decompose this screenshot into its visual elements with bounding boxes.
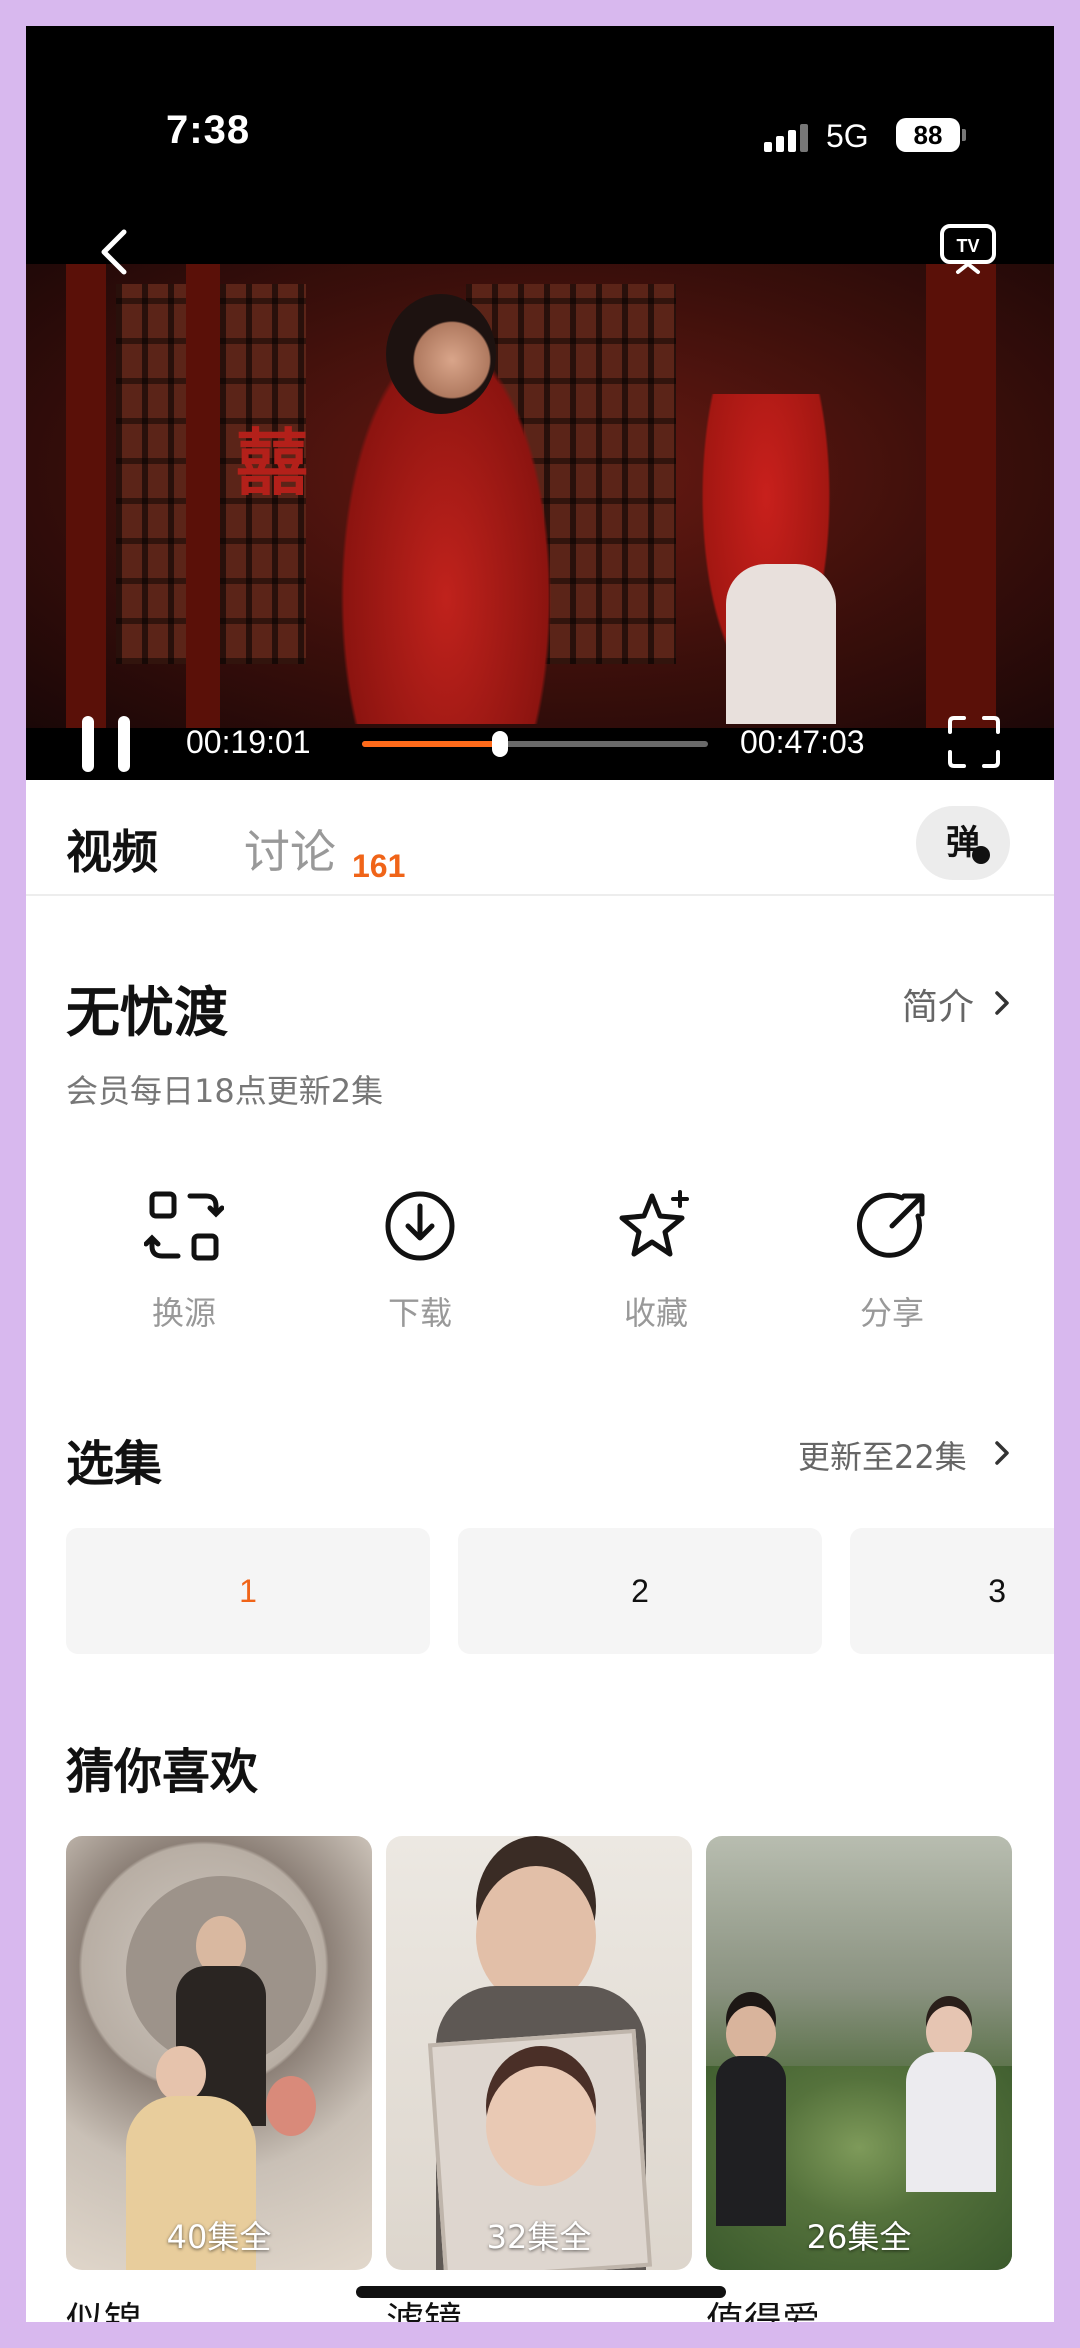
poster-image[interactable]: 40集全	[66, 1836, 372, 2270]
intro-link[interactable]: 简介	[902, 978, 974, 1030]
episode-list: 1 2 3	[66, 1528, 1054, 1654]
cast-tv-button[interactable]: TV	[938, 220, 998, 280]
episodes-more-link[interactable]: 更新至22集	[798, 1432, 967, 1478]
decor-character: 囍	[236, 420, 309, 505]
discussion-count-badge: 161	[352, 848, 406, 884]
share-icon	[856, 1192, 925, 1258]
episode-item[interactable]: 1	[66, 1528, 430, 1654]
download-label: 下载	[387, 1294, 452, 1332]
signal-icon	[764, 124, 812, 152]
progress-handle[interactable]	[492, 731, 509, 757]
episode-count-badge: 32集全	[486, 2218, 592, 2256]
tab-discussion[interactable]: 讨论	[244, 816, 336, 882]
share-button[interactable]: 分享	[812, 1186, 972, 1346]
player-controls: 00:19:01 00:47:03	[26, 690, 1054, 780]
episode-item[interactable]: 2	[458, 1528, 822, 1654]
current-time: 00:19:01	[186, 724, 311, 760]
download-icon	[385, 1191, 455, 1261]
total-time: 00:47:03	[740, 724, 865, 760]
recommend-card[interactable]: 32集全 滤镜	[386, 1836, 692, 2322]
chevron-left-icon	[101, 229, 127, 275]
download-button[interactable]: 下载	[340, 1186, 500, 1346]
danmaku-off-dot	[972, 846, 990, 864]
recommend-title: 猜你喜欢	[66, 1744, 259, 1800]
favorite-label: 收藏	[623, 1294, 688, 1332]
chevron-right-icon[interactable]	[992, 1438, 1012, 1468]
video-player[interactable]: 囍 7:38 5G 88 TV 00:19:01 00:47:03	[26, 26, 1054, 780]
content-tabs: 视频 讨论 161 弹	[26, 780, 1054, 896]
fullscreen-button[interactable]	[946, 714, 1002, 770]
network-type: 5G	[826, 118, 869, 154]
poster-image[interactable]: 32集全	[386, 1836, 692, 2270]
status-time: 7:38	[166, 108, 251, 152]
show-title: 无忧渡	[66, 981, 228, 1044]
home-indicator	[356, 2286, 726, 2298]
battery-icon: 88	[896, 118, 960, 152]
progress-bar[interactable]	[362, 731, 708, 757]
poster-image[interactable]: 26集全	[706, 1836, 1012, 2270]
tv-cast-icon: TV	[940, 224, 996, 274]
phone-screen: 囍 7:38 5G 88 TV 00:19:01 00:47:03 视频 讨论 …	[26, 26, 1054, 2322]
switch-source-icon	[144, 1191, 224, 1261]
chevron-right-icon[interactable]	[992, 988, 1012, 1018]
share-label: 分享	[859, 1294, 924, 1332]
update-schedule-note: 会员每日18点更新2集	[66, 1072, 384, 1110]
back-button[interactable]	[86, 222, 146, 282]
fullscreen-icon	[948, 716, 1000, 768]
tab-video[interactable]: 视频	[66, 816, 158, 882]
episode-count-badge: 40集全	[166, 2218, 272, 2256]
pause-button[interactable]	[82, 716, 132, 772]
episodes-title: 选集	[66, 1436, 163, 1492]
recommend-card[interactable]: 26集全 值得爱	[706, 1836, 1012, 2322]
episode-item[interactable]: 3	[850, 1528, 1054, 1654]
episode-count-badge: 26集全	[806, 2218, 912, 2256]
favorite-button[interactable]: 收藏	[576, 1186, 736, 1346]
svg-text:TV: TV	[956, 236, 979, 256]
progress-fill	[362, 741, 501, 747]
video-frame[interactable]: 囍	[26, 264, 1054, 728]
recommend-card[interactable]: 40集全 似锦	[66, 1836, 372, 2322]
switch-source-label: 换源	[151, 1294, 216, 1332]
recommend-name: 似锦	[66, 2299, 143, 2322]
switch-source-button[interactable]: 换源	[104, 1186, 264, 1346]
danmaku-toggle-button[interactable]: 弹	[916, 806, 1010, 880]
favorite-star-icon	[619, 1190, 689, 1257]
